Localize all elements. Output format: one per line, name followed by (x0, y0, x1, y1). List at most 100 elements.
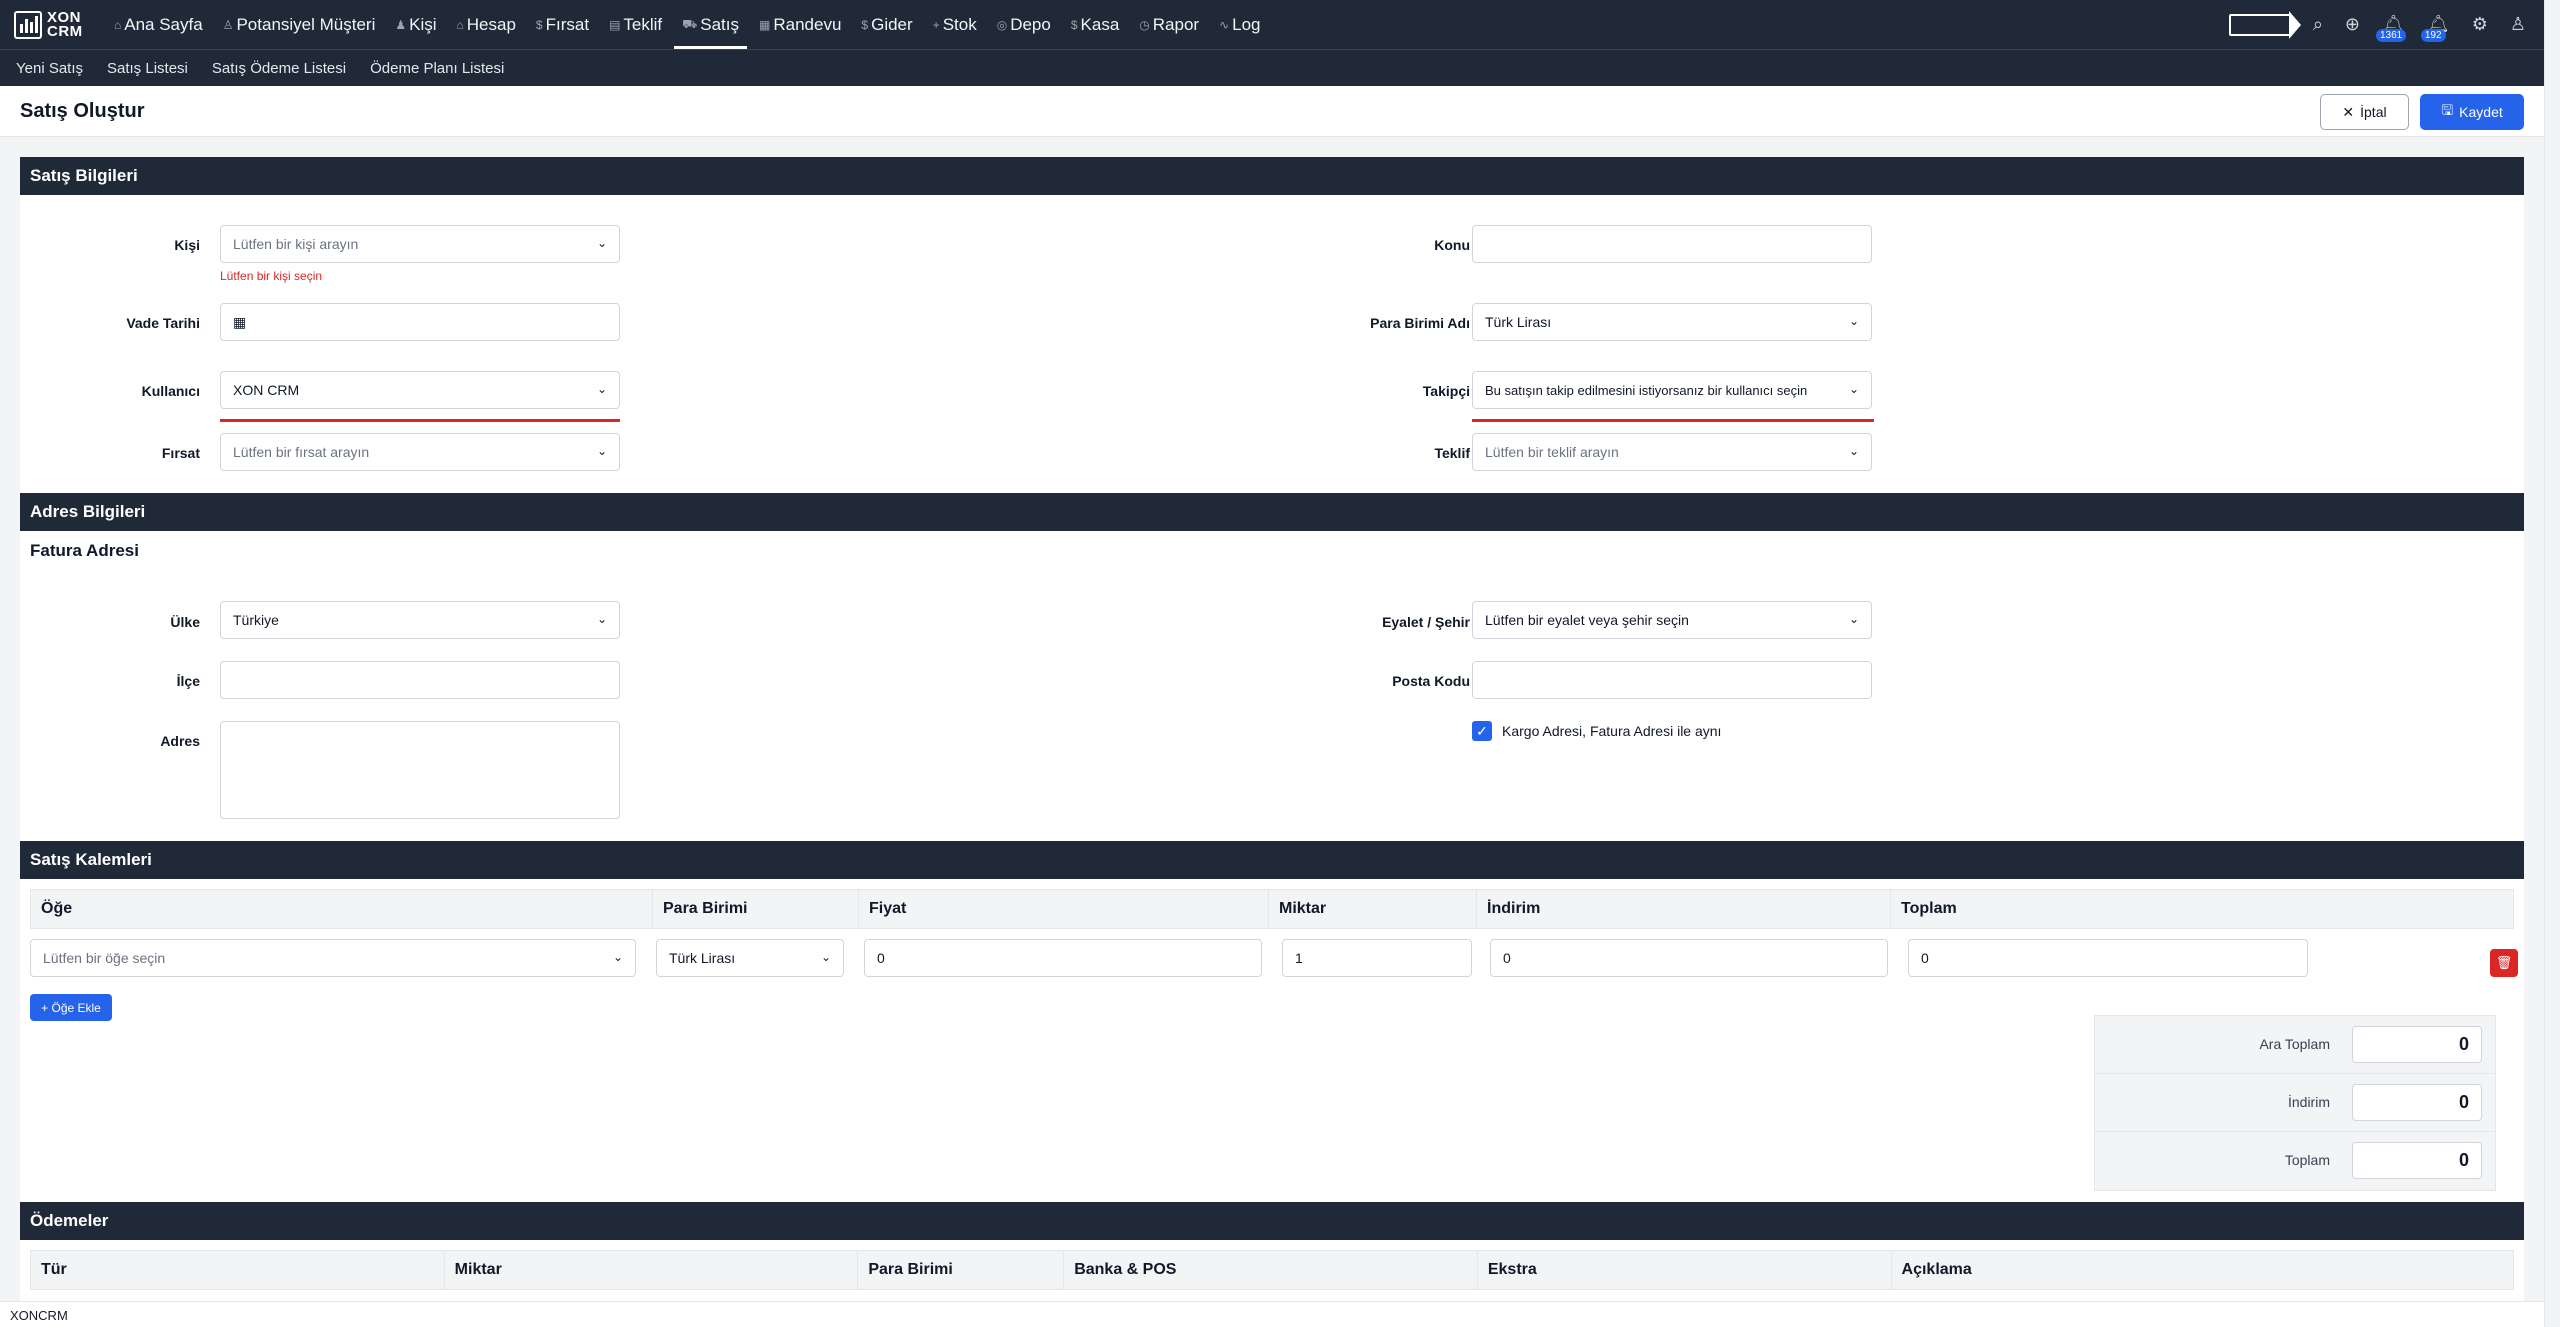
nav-satis[interactable]: ⛟ Satış (672, 0, 749, 49)
bell-icon[interactable]: 🔔︎ 1361 (2376, 14, 2407, 42)
plus-circle-icon[interactable]: ⊕ (2345, 14, 2360, 35)
konu-label: Konu (1434, 237, 1470, 253)
indirim-input[interactable]: 0 (1490, 939, 1888, 977)
payments-table-header: Tür Miktar Para Birimi Banka & POS Ekstr… (30, 1250, 2514, 1290)
col-toplam: Toplam (1901, 900, 1957, 917)
toplam-value: 0 (2352, 1142, 2482, 1179)
nav-firsat[interactable]: $ Fırsat (526, 0, 599, 49)
ara-toplam-row: Ara Toplam 0 (2095, 1016, 2495, 1074)
nav-randevu[interactable]: ▦ Randevu (749, 0, 851, 49)
takipci-select[interactable]: Bu satışın takip edilmesini istiyorsanız… (1472, 371, 1872, 409)
posta-kodu-input[interactable] (1472, 661, 1872, 699)
user-icon[interactable]: ♙ (2510, 14, 2526, 35)
chevron-down-icon: ⌄ (596, 444, 607, 458)
kargo-label: Kargo Adresi, Fatura Adresi ile aynı (1502, 723, 1722, 739)
subnav-satis-listesi[interactable]: Satış Listesi (107, 60, 188, 77)
item-currency-select[interactable]: Türk Lirası ⌄ (656, 939, 844, 977)
takipci-underline (1472, 419, 1874, 422)
col-oge: Öğe (31, 890, 653, 928)
kullanici-label: Kullanıcı (141, 383, 200, 399)
top-navbar: XON CRM ⌂ Ana Sayfa ♙ Potansiyel Müşteri ♟ K… (0, 0, 2544, 49)
kisi-error: Lütfen bir kişi seçin (220, 269, 323, 283)
warehouse-icon: ◎ (996, 17, 1008, 32)
section-header-satis-kalemleri: Satış Kalemleri (20, 841, 2524, 879)
chart-logo-icon (14, 10, 42, 39)
add-item-button[interactable]: + Öğe Ekle (30, 994, 112, 1021)
chevron-down-icon: ⌄ (1848, 444, 1859, 458)
konu-input[interactable] (1472, 225, 1872, 263)
col-fiyat: Fiyat (859, 890, 1269, 928)
brand-logo[interactable]: XON CRM (0, 8, 104, 40)
footer: XONCRM (0, 1301, 2544, 1327)
nav-kasa[interactable]: $ Kasa (1061, 0, 1129, 49)
kargo-checkbox[interactable]: ✓ (1472, 721, 1492, 741)
navbar-actions: ⌕ ⊕ 🔔︎ 1361 🔔︎ 192 ⚙ ♙ (2228, 0, 2526, 49)
cancel-button[interactable]: ✕ İptal (2320, 94, 2409, 130)
col-aciklama: Açıklama (1901, 1261, 1972, 1278)
arrow-right-icon[interactable] (2228, 10, 2301, 39)
nav-teklif[interactable]: ▤ Teklif (599, 0, 672, 49)
sub-navbar: Yeni Satış Satış Listesi Satış Ödeme Lis… (0, 49, 2544, 86)
brand-name: XON CRM (47, 8, 83, 40)
kullanici-underline (220, 419, 620, 422)
chevron-down-icon: ⌄ (1848, 314, 1859, 328)
ilce-input[interactable] (220, 661, 620, 699)
nav-hesap[interactable]: ⌂ Hesap (447, 0, 526, 49)
ulke-label: Ülke (170, 614, 200, 630)
adres-label: Adres (160, 733, 200, 749)
nav-ana-sayfa[interactable]: ⌂ Ana Sayfa (104, 0, 213, 49)
vade-tarihi-input[interactable]: ▦ (220, 303, 620, 341)
nav-potansiyel-musteri[interactable]: ♙ Potansiyel Müşteri (213, 0, 386, 49)
subnav-yeni-satis[interactable]: Yeni Satış (16, 60, 83, 77)
plus-icon: + (41, 1000, 52, 1015)
save-button[interactable]: 🖫 Kaydet (2420, 94, 2524, 130)
delete-item-button[interactable]: 🗑︎ (2490, 949, 2518, 977)
section-header-adres-bilgileri: Adres Bilgileri (20, 493, 2524, 531)
toplam-input[interactable]: 0 (1908, 939, 2308, 977)
notification-badge: 192 (2420, 29, 2446, 42)
chevron-down-icon: ⌄ (1848, 382, 1859, 396)
kisi-select[interactable]: Lütfen bir kişi arayın ⌄ (220, 225, 620, 263)
totals-panel: Ara Toplam 0 İndirim 0 Toplam 0 (2094, 1015, 2496, 1191)
nav-log[interactable]: ∿ Log (1209, 0, 1270, 49)
fiyat-input[interactable]: 0 (864, 939, 1262, 977)
calendar-icon: ▦ (759, 17, 771, 32)
check-icon: ✓ (1476, 722, 1488, 739)
col-miktar: Miktar (1269, 890, 1477, 928)
nav-stok[interactable]: + Stok (923, 0, 987, 49)
chevron-down-icon: ⌄ (596, 382, 607, 396)
page-header: Satış Oluştur ✕ İptal 🖫 Kaydet (0, 86, 2544, 137)
nav-kisi[interactable]: ♟ Kişi (385, 0, 446, 49)
col-tur: Tür (31, 1251, 445, 1289)
bell-icon[interactable]: 🔔︎ 192 (2420, 14, 2450, 42)
firsat-select[interactable]: Lütfen bir fırsat arayın ⌄ (220, 433, 620, 471)
nav-depo[interactable]: ◎ Depo (987, 0, 1061, 49)
para-birimi-select[interactable]: Türk Lirası ⌄ (1472, 303, 1872, 341)
people-icon: ♟ (395, 17, 407, 32)
col-banka-pos: Banka & POS (1064, 1251, 1478, 1289)
main-menu: ⌂ Ana Sayfa ♙ Potansiyel Müşteri ♟ Kişi ⌂ He… (104, 0, 1271, 49)
kullanici-select[interactable]: XON CRM ⌄ (220, 371, 620, 409)
eyalet-select[interactable]: Lütfen bir eyalet veya şehir seçin ⌄ (1472, 601, 1872, 639)
subnav-odeme-plani-listesi[interactable]: Ödeme Planı Listesi (370, 60, 504, 77)
search-icon[interactable]: ⌕ (2313, 14, 2323, 35)
kisi-label: Kişi (174, 237, 200, 253)
calendar-icon: ▦ (233, 313, 247, 330)
cart-icon: ⛟ (682, 16, 698, 31)
subnav-satis-odeme-listesi[interactable]: Satış Ödeme Listesi (212, 60, 346, 77)
vertical-scrollbar[interactable] (2544, 0, 2560, 1327)
oge-select[interactable]: Lütfen bir öğe seçin ⌄ (30, 939, 636, 977)
nav-gider[interactable]: $ Gider (851, 0, 922, 49)
ulke-select[interactable]: Türkiye ⌄ (220, 601, 620, 639)
items-table-header: Öğe Para Birimi Fiyat Miktar İndirim Top… (30, 889, 2514, 929)
teklif-select[interactable]: Lütfen bir teklif arayın ⌄ (1472, 433, 1872, 471)
chevron-down-icon: ⌄ (596, 236, 607, 250)
adres-textarea[interactable] (220, 721, 620, 819)
fatura-adresi-title: Fatura Adresi (30, 541, 139, 560)
stock-icon: + (932, 17, 940, 32)
ilce-label: İlçe (176, 673, 200, 689)
para-birimi-label: Para Birimi Adı (1370, 315, 1470, 331)
gear-icon[interactable]: ⚙ (2472, 14, 2488, 35)
nav-rapor[interactable]: ◷ Rapor (1129, 0, 1209, 49)
miktar-input[interactable]: 1 (1282, 939, 1472, 977)
